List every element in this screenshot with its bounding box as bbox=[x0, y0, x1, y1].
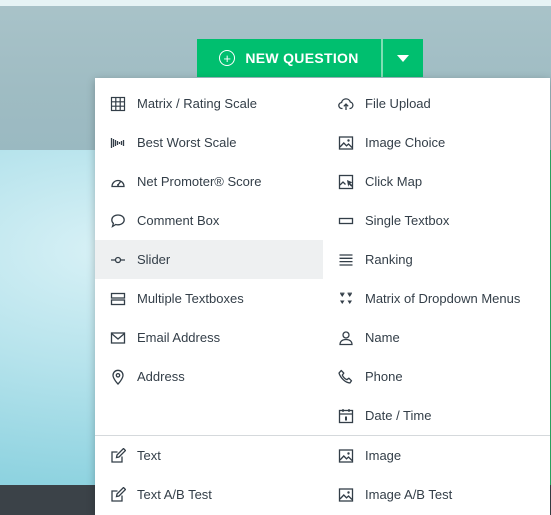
edit-icon bbox=[110, 486, 126, 503]
menu-item-text[interactable]: Text bbox=[95, 436, 323, 475]
menu-item-ranking[interactable]: Ranking bbox=[323, 240, 550, 279]
menu-item-label: Image Choice bbox=[365, 135, 446, 150]
dropdown-matrix-icon bbox=[338, 291, 354, 307]
click-map-icon bbox=[338, 174, 354, 190]
menu-item-net-promoter-score[interactable]: Net Promoter® Score bbox=[95, 162, 323, 201]
caret-down-icon bbox=[397, 54, 409, 62]
menu-item-slider[interactable]: Slider bbox=[95, 240, 323, 279]
menu-item-label: Matrix of Dropdown Menus bbox=[365, 291, 521, 306]
question-type-menu: Matrix / Rating Scale Best Worst Scale N… bbox=[95, 78, 550, 515]
new-question-button[interactable]: + NEW QUESTION bbox=[197, 39, 381, 77]
comment-icon bbox=[110, 213, 126, 229]
top-bar bbox=[0, 0, 551, 6]
calendar-icon bbox=[338, 408, 354, 424]
new-question-dropdown-toggle[interactable] bbox=[383, 39, 423, 77]
new-question-split-button: + NEW QUESTION bbox=[197, 39, 423, 77]
menu-item-multiple-textboxes[interactable]: Multiple Textboxes bbox=[95, 279, 323, 318]
menu-item-date-time[interactable]: Date / Time bbox=[323, 396, 550, 435]
menu-item-label: Image A/B Test bbox=[365, 487, 453, 502]
menu-item-label: Date / Time bbox=[365, 408, 432, 423]
cloud-upload-icon bbox=[338, 96, 354, 112]
menu-item-label: Image bbox=[365, 448, 402, 463]
menu-item-comment-box[interactable]: Comment Box bbox=[95, 201, 323, 240]
menu-item-label: Matrix / Rating Scale bbox=[137, 96, 257, 111]
new-question-label: NEW QUESTION bbox=[245, 50, 359, 66]
menu-item-name[interactable]: Name bbox=[323, 318, 550, 357]
menu-item-label: Slider bbox=[137, 252, 171, 267]
envelope-icon bbox=[110, 330, 126, 346]
grid-icon bbox=[110, 96, 126, 112]
menu-item-matrix-rating-scale[interactable]: Matrix / Rating Scale bbox=[95, 84, 323, 123]
menu-item-image-ab-test[interactable]: Image A/B Test bbox=[323, 475, 550, 514]
textbox-icon bbox=[338, 213, 354, 229]
map-pin-icon bbox=[110, 369, 126, 385]
slider-icon bbox=[110, 252, 126, 268]
phone-icon bbox=[338, 369, 354, 385]
menu-item-file-upload[interactable]: File Upload bbox=[323, 84, 550, 123]
menu-item-label: Click Map bbox=[365, 174, 423, 189]
menu-item-image[interactable]: Image bbox=[323, 436, 550, 475]
person-icon bbox=[338, 330, 354, 346]
menu-item-single-textbox[interactable]: Single Textbox bbox=[323, 201, 550, 240]
gauge-icon bbox=[110, 174, 126, 190]
image-icon bbox=[338, 487, 354, 503]
image-icon bbox=[338, 448, 354, 464]
menu-item-matrix-of-dropdown-menus[interactable]: Matrix of Dropdown Menus bbox=[323, 279, 550, 318]
menu-item-label: File Upload bbox=[365, 96, 431, 111]
menu-item-text-ab-test[interactable]: Text A/B Test bbox=[95, 475, 323, 514]
menu-item-label: Single Textbox bbox=[365, 213, 450, 228]
menu-item-label: Ranking bbox=[365, 252, 413, 267]
menu-item-email-address[interactable]: Email Address bbox=[95, 318, 323, 357]
menu-item-best-worst-scale[interactable]: Best Worst Scale bbox=[95, 123, 323, 162]
plus-circle-icon: + bbox=[219, 50, 236, 66]
menu-item-label: Net Promoter® Score bbox=[137, 174, 262, 189]
menu-item-label: Best Worst Scale bbox=[137, 135, 237, 150]
best-worst-icon bbox=[110, 135, 126, 151]
menu-item-image-choice[interactable]: Image Choice bbox=[323, 123, 550, 162]
menu-item-label: Email Address bbox=[137, 330, 221, 345]
menu-item-label: Address bbox=[137, 369, 185, 384]
menu-item-label: Name bbox=[365, 330, 400, 345]
menu-item-phone[interactable]: Phone bbox=[323, 357, 550, 396]
edit-icon bbox=[110, 447, 126, 464]
ranking-icon bbox=[338, 252, 354, 268]
menu-item-label: Phone bbox=[365, 369, 403, 384]
menu-item-address[interactable]: Address bbox=[95, 357, 323, 396]
menu-item-label: Multiple Textboxes bbox=[137, 291, 244, 306]
menu-item-label: Comment Box bbox=[137, 213, 220, 228]
image-icon bbox=[338, 135, 354, 151]
multiple-textboxes-icon bbox=[110, 291, 126, 307]
menu-item-label: Text A/B Test bbox=[137, 487, 212, 502]
menu-item-label: Text bbox=[137, 448, 161, 463]
menu-item-click-map[interactable]: Click Map bbox=[323, 162, 550, 201]
